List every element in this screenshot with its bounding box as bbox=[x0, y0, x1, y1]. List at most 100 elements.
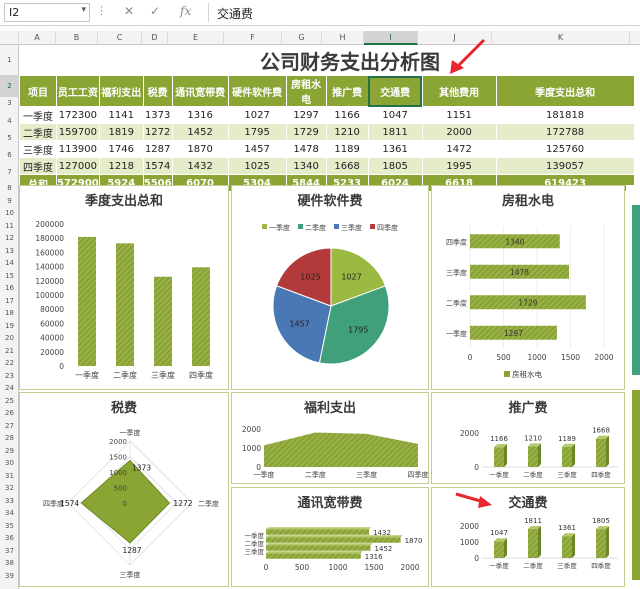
row-header-17[interactable]: 17 bbox=[0, 295, 19, 308]
row-header-33[interactable]: 33 bbox=[0, 495, 19, 508]
row-header-22[interactable]: 22 bbox=[0, 357, 19, 370]
row-header-14[interactable]: 14 bbox=[0, 257, 19, 270]
row-header-7[interactable]: 7 bbox=[0, 166, 19, 179]
row-header-37[interactable]: 37 bbox=[0, 545, 19, 558]
row-header-15[interactable]: 15 bbox=[0, 270, 19, 283]
select-all-corner[interactable] bbox=[0, 31, 19, 45]
column-header-e[interactable]: E bbox=[168, 31, 224, 45]
cancel-icon[interactable]: ✕ bbox=[124, 4, 134, 18]
row-header-26[interactable]: 26 bbox=[0, 407, 19, 420]
table-cell[interactable]: 1151 bbox=[421, 106, 497, 124]
table-cell[interactable]: 139057 bbox=[495, 157, 635, 175]
column-header-c[interactable]: C bbox=[98, 31, 142, 45]
row-header-16[interactable]: 16 bbox=[0, 282, 19, 295]
chart-panel-welfare[interactable]: 福利支出 0 1000 2000 一季度 二季度 三季度 四季度 bbox=[231, 392, 429, 484]
table-cell[interactable]: 1047 bbox=[367, 106, 423, 124]
header-cell[interactable]: 硬件软件费 bbox=[227, 75, 287, 107]
column-header-i[interactable]: I bbox=[364, 31, 418, 45]
function-icon[interactable]: fx bbox=[180, 4, 191, 18]
table-cell[interactable]: 四季度 bbox=[19, 157, 57, 175]
row-header-3[interactable]: 3 bbox=[0, 97, 19, 110]
row-header-36[interactable]: 36 bbox=[0, 532, 19, 545]
row-header-35[interactable]: 35 bbox=[0, 520, 19, 533]
table-cell[interactable]: 1025 bbox=[227, 157, 287, 175]
row-header-29[interactable]: 29 bbox=[0, 445, 19, 458]
table-cell[interactable]: 1361 bbox=[367, 140, 423, 158]
table-cell[interactable]: 1574 bbox=[142, 157, 173, 175]
header-cell[interactable]: 福利支出 bbox=[98, 75, 144, 107]
chart-panel-telecom[interactable]: 通讯宽带费 0 500 1000 1500 2000 1432 1870 1452 1316 一季… bbox=[231, 487, 429, 587]
table-cell[interactable]: 1432 bbox=[171, 157, 229, 175]
chart-panel-quarter-total[interactable]: 季度支出总和 0 20000 40000 60000 80000 100000 120000… bbox=[19, 185, 229, 390]
chart-panel-promotion[interactable]: 推广费 0 2000 1166 一季度 1210 二季度 1189 三季度 1668 四季度 bbox=[431, 392, 625, 484]
table-cell[interactable]: 159700 bbox=[56, 123, 100, 141]
row-header-8[interactable]: 8 bbox=[0, 182, 19, 195]
table-cell[interactable]: 三季度 bbox=[19, 140, 57, 158]
row-header-13[interactable]: 13 bbox=[0, 245, 19, 258]
formula-input[interactable]: 交通费 bbox=[208, 3, 638, 22]
table-cell[interactable]: 1166 bbox=[325, 106, 369, 124]
row-header-19[interactable]: 19 bbox=[0, 320, 19, 333]
row-header-6[interactable]: 6 bbox=[0, 149, 19, 162]
table-cell[interactable]: 1995 bbox=[421, 157, 497, 175]
row-header-32[interactable]: 32 bbox=[0, 482, 19, 495]
chart-panel-hardware[interactable]: 硬件软件费 一季度 二季度 三季度 四季度 1027 1795 1457 1025 bbox=[231, 185, 429, 390]
row-header-20[interactable]: 20 bbox=[0, 332, 19, 345]
row-header-9[interactable]: 9 bbox=[0, 195, 19, 208]
table-cell[interactable]: 1373 bbox=[142, 106, 173, 124]
table-cell[interactable]: 1297 bbox=[285, 106, 327, 124]
table-cell[interactable]: 1746 bbox=[98, 140, 144, 158]
table-cell[interactable]: 1472 bbox=[421, 140, 497, 158]
row-header-12[interactable]: 12 bbox=[0, 232, 19, 245]
column-header-b[interactable]: B bbox=[56, 31, 98, 45]
header-cell[interactable]: 通讯宽带费 bbox=[171, 75, 229, 107]
table-cell[interactable]: 1729 bbox=[285, 123, 327, 141]
row-header-21[interactable]: 21 bbox=[0, 345, 19, 358]
table-cell[interactable]: 1210 bbox=[325, 123, 369, 141]
table-cell[interactable]: 1287 bbox=[142, 140, 173, 158]
row-header-5[interactable]: 5 bbox=[0, 132, 19, 145]
table-cell[interactable]: 125760 bbox=[495, 140, 635, 158]
table-cell[interactable]: 1811 bbox=[367, 123, 423, 141]
chart-panel-rent[interactable]: 房租水电 0 500 1000 1500 2000 四季度 1340 三季度 1478 二季度 17… bbox=[431, 185, 625, 390]
table-cell[interactable]: 1218 bbox=[98, 157, 144, 175]
header-cell[interactable]: 房租水电 bbox=[285, 75, 327, 107]
row-header-30[interactable]: 30 bbox=[0, 457, 19, 470]
row-header-24[interactable]: 24 bbox=[0, 382, 19, 395]
row-header-25[interactable]: 25 bbox=[0, 395, 19, 408]
column-header-f[interactable]: F bbox=[224, 31, 282, 45]
header-cell[interactable]: 推广费 bbox=[325, 75, 369, 107]
header-cell[interactable]: 季度支出总和 bbox=[495, 75, 635, 107]
table-cell[interactable]: 1795 bbox=[227, 123, 287, 141]
table-cell[interactable]: 1478 bbox=[285, 140, 327, 158]
column-header-a[interactable]: A bbox=[19, 31, 56, 45]
table-cell[interactable]: 1668 bbox=[325, 157, 369, 175]
row-header-23[interactable]: 23 bbox=[0, 370, 19, 383]
table-cell[interactable]: 一季度 bbox=[19, 106, 57, 124]
name-box[interactable]: I2 ▾ bbox=[4, 3, 90, 22]
chevron-down-icon[interactable]: ▾ bbox=[81, 5, 86, 15]
table-cell[interactable]: 二季度 bbox=[19, 123, 57, 141]
row-header-1[interactable]: 1 bbox=[0, 45, 19, 75]
row-header-27[interactable]: 27 bbox=[0, 420, 19, 433]
table-cell[interactable]: 1457 bbox=[227, 140, 287, 158]
header-cell[interactable]: 交通费 bbox=[367, 75, 423, 107]
row-header-10[interactable]: 10 bbox=[0, 207, 19, 220]
table-cell[interactable]: 1805 bbox=[367, 157, 423, 175]
table-cell[interactable]: 1272 bbox=[142, 123, 173, 141]
table-cell[interactable]: 1870 bbox=[171, 140, 229, 158]
row-header-38[interactable]: 38 bbox=[0, 557, 19, 570]
table-cell[interactable]: 181818 bbox=[495, 106, 635, 124]
chart-panel-tax[interactable]: 税费 0 500 1000 1500 2000 一季度 二季度 三季度 四季度 1373 1272 1… bbox=[19, 392, 229, 587]
table-cell[interactable]: 1189 bbox=[325, 140, 369, 158]
row-header-28[interactable]: 28 bbox=[0, 432, 19, 445]
row-header-34[interactable]: 34 bbox=[0, 507, 19, 520]
table-cell[interactable]: 1141 bbox=[98, 106, 144, 124]
header-cell[interactable]: 项目 bbox=[19, 75, 57, 107]
confirm-icon[interactable]: ✓ bbox=[150, 4, 160, 18]
row-header-4[interactable]: 4 bbox=[0, 115, 19, 128]
table-cell[interactable]: 172788 bbox=[495, 123, 635, 141]
table-cell[interactable]: 172300 bbox=[56, 106, 100, 124]
table-cell[interactable]: 1819 bbox=[98, 123, 144, 141]
column-header-h[interactable]: H bbox=[322, 31, 364, 45]
